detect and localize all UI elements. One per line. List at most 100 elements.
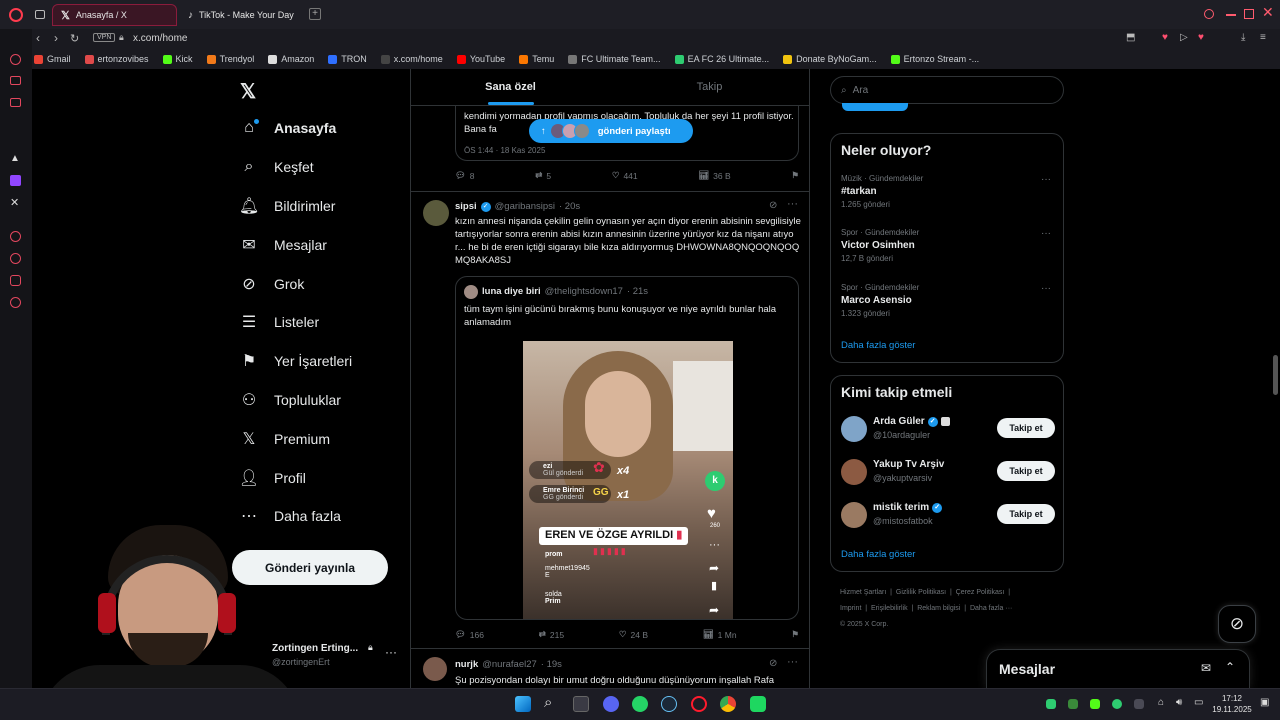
settings-icon[interactable] — [10, 297, 21, 308]
trend-item[interactable]: Spor · Gündemdekiler Victor Osimhen 12,7… — [841, 228, 1055, 263]
nav-item-messages[interactable]: ✉ Mesajlar — [240, 225, 420, 264]
tweet[interactable]: nurjk @nurafael27 · 19s ⊘ ··· Şu pozisyo… — [411, 649, 809, 688]
new-tab-button[interactable]: + — [309, 8, 321, 20]
menu-icon[interactable]: ≡ — [1260, 32, 1266, 43]
discord-icon[interactable] — [603, 696, 619, 712]
bookmark-ea-fc[interactable]: EA FC 26 Ultimate... — [674, 54, 769, 64]
bookmark-ertonzovibes[interactable]: ertonzovibes — [84, 54, 149, 64]
footer-link[interactable]: Reklam bilgisi — [917, 605, 960, 612]
chevron-up-icon[interactable]: ⌃ — [1225, 660, 1235, 674]
footer-link[interactable]: Hizmet Şartları — [840, 589, 886, 596]
follow-button[interactable]: Takip et — [997, 418, 1055, 438]
bookmark-x[interactable]: x.com/home — [380, 54, 443, 64]
opera-icon[interactable] — [691, 696, 707, 712]
tweet-author[interactable]: sipsi — [455, 201, 477, 212]
clock[interactable]: 17:12 19.11.2025 — [1208, 693, 1256, 715]
footer-link[interactable]: Daha fazla ··· — [970, 605, 1012, 612]
bookmark-tron[interactable]: TRON — [328, 54, 367, 64]
steam-icon[interactable] — [661, 696, 677, 712]
close-icon[interactable]: ✕ — [1262, 4, 1274, 21]
more-icon[interactable]: ··· — [385, 645, 397, 659]
tweet[interactable]: sipsi ✓ @garibansipsi · 20s ⊘ ··· kızın … — [411, 192, 809, 647]
battery-icon[interactable]: ▭ — [1194, 697, 1203, 708]
bookmark-youtube[interactable]: YouTube — [456, 54, 505, 64]
calculator-icon[interactable] — [573, 696, 589, 712]
bookmark-donate[interactable]: Donate ByNoGam... — [783, 54, 877, 64]
footer-link[interactable]: Imprint — [840, 605, 861, 612]
nav-item-bookmarks[interactable]: ⚑ Yer İşaretleri — [240, 342, 420, 381]
tweet-handle[interactable]: @nurafael27 — [482, 659, 537, 670]
more-icon[interactable]: ··· — [787, 656, 798, 668]
sidebar-icon-1[interactable] — [10, 54, 21, 65]
bookmark-gmail[interactable]: Gmail — [34, 54, 71, 64]
grok-icon[interactable]: ⊘ — [769, 200, 777, 211]
app-icon[interactable] — [750, 696, 766, 712]
volume-icon[interactable]: 🔊︎ — [1176, 697, 1182, 708]
nav-item-profile[interactable]: 👤︎ Profil — [239, 458, 420, 497]
workspace-icon[interactable] — [35, 10, 45, 19]
nav-item-communities[interactable]: ⚇ Topluluklar — [240, 381, 420, 420]
windows-start-icon[interactable] — [515, 696, 531, 712]
search-input[interactable]: ⌕ Ara — [830, 76, 1064, 104]
minimize-button[interactable] — [1226, 14, 1236, 16]
messages-drawer[interactable]: Mesajlar ✉ ⌃ — [986, 649, 1250, 688]
bookmark-button[interactable]: ⚑ — [791, 170, 799, 181]
nav-item-notifications[interactable]: 🔔︎ Bildirimler — [239, 187, 420, 226]
bookmark-fc-ultimate[interactable]: FC Ultimate Team... — [568, 54, 661, 64]
nav-item-home[interactable]: ⌂ Anasayfa — [240, 109, 420, 148]
more-icon[interactable]: ··· — [787, 198, 798, 210]
twitch-icon[interactable] — [10, 175, 21, 186]
snapshot-icon[interactable]: ⬒ — [1126, 32, 1135, 43]
maximize-button[interactable] — [1244, 9, 1254, 19]
nav-item-grok[interactable]: ⊘ Grok — [240, 264, 420, 303]
grok-icon[interactable]: ⊘ — [769, 658, 777, 669]
vpn-badge[interactable]: VPN — [93, 33, 116, 42]
favorites-icon[interactable]: ♥ — [1198, 32, 1204, 43]
repost-button[interactable]: ⇄ 215 — [539, 629, 564, 640]
bookmark-temu[interactable]: Temu — [519, 54, 554, 64]
quote-video[interactable]: ezi Gül gönderdi ✿ x4 Emre Birinci GG gönd… — [523, 341, 733, 619]
tweet-handle[interactable]: @garibansipsi — [495, 201, 555, 212]
chrome-icon[interactable] — [720, 696, 736, 712]
page-scrollbar[interactable] — [1270, 69, 1280, 688]
show-more-link[interactable]: Daha fazla göster — [841, 340, 915, 351]
repost-button[interactable]: ⇄ 5 — [535, 170, 551, 181]
bookmark-trendyol[interactable]: Trendyol — [206, 54, 254, 64]
subscribe-button[interactable] — [842, 103, 908, 111]
whatsapp-icon[interactable] — [632, 696, 648, 712]
search-icon[interactable]: ⌕ — [544, 694, 552, 711]
search-tabs-icon[interactable] — [1204, 9, 1214, 19]
like-button[interactable]: ♡ 441 — [612, 170, 638, 181]
sidebar-icon-3[interactable] — [10, 98, 21, 107]
network-icon[interactable]: ⌂ — [1158, 697, 1164, 708]
suggested-user[interactable]: mistik terim ✓ @mistosfatbok Takip et — [831, 500, 1065, 540]
scrollbar-thumb[interactable] — [1273, 355, 1278, 395]
opera-logo-icon[interactable] — [9, 8, 23, 22]
more-icon[interactable]: ··· — [1041, 228, 1051, 239]
avatar[interactable] — [423, 657, 447, 681]
tray-app-icon[interactable] — [1046, 699, 1056, 709]
nav-item-premium[interactable]: 𝕏 Premium — [240, 419, 420, 458]
like-button[interactable]: ♡ 24 B — [619, 629, 648, 640]
forward-icon[interactable]: › — [54, 31, 58, 45]
footer-link[interactable]: Gizlilik Politikası — [896, 589, 946, 596]
trend-item[interactable]: Müzik · Gündemdekiler #tarkan 1.265 gönd… — [841, 174, 1055, 209]
x-logo-icon[interactable]: 𝕏 — [240, 79, 256, 104]
reload-icon[interactable]: ↻ — [70, 32, 79, 45]
new-message-icon[interactable]: ✉ — [1201, 661, 1211, 675]
tab-x-home[interactable]: 𝕏 Anasayfa / X — [52, 4, 177, 26]
tray-app-icon[interactable] — [1134, 699, 1144, 709]
grok-floating-button[interactable]: ⊘ — [1218, 605, 1256, 643]
avatar[interactable] — [423, 200, 449, 226]
bookmark-kick[interactable]: Kick — [162, 54, 193, 64]
sidebar-icon-5[interactable] — [10, 275, 21, 286]
tab-following[interactable]: Takip — [610, 69, 809, 105]
show-more-link[interactable]: Daha fazla göster — [841, 549, 915, 560]
views-button[interactable]: 📊︎ 36 B — [698, 170, 730, 181]
tray-app-icon[interactable] — [1068, 699, 1078, 709]
history-icon[interactable] — [10, 253, 21, 264]
tab-tiktok[interactable]: ♪ TikTok - Make Your Day — [180, 4, 305, 26]
quoted-tweet[interactable]: luna diye biri @thelightsdown17 · 21s tü… — [455, 276, 799, 620]
tray-app-icon[interactable] — [1090, 699, 1100, 709]
footer-link[interactable]: Erişilebilirlik — [871, 605, 908, 612]
